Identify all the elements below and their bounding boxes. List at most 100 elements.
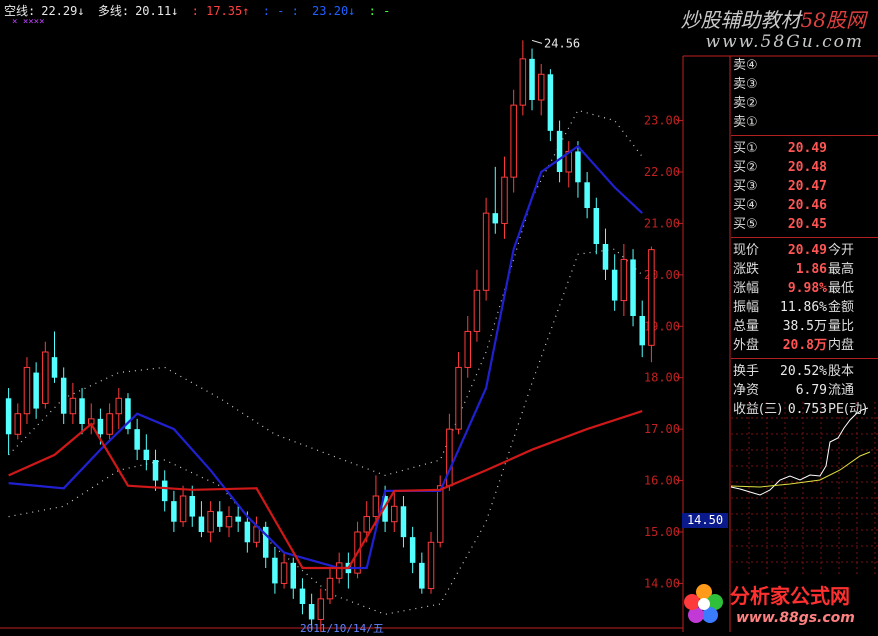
lower-dotted-band [8, 248, 643, 615]
candle-body [189, 496, 196, 517]
candle-body [419, 562, 425, 589]
candle-body [171, 501, 177, 522]
sell-4: 卖④ [733, 58, 758, 73]
quote-row: 总量 38.5万 量比 [733, 319, 855, 334]
mini-chart-bg [731, 402, 878, 574]
candle-body [501, 176, 508, 224]
watermark-url: www.58Gu.com [705, 32, 864, 52]
buy-1: 买① 20.49 [733, 141, 827, 156]
y-tick-label: 23.00 [644, 114, 680, 128]
candle-body [575, 151, 581, 183]
candle-body [611, 269, 618, 301]
candle-body [620, 258, 628, 302]
candle-body [217, 511, 223, 527]
candle-body [33, 372, 39, 409]
candle-body [79, 398, 85, 424]
buy-4: 买④ 20.46 [733, 198, 827, 213]
divider [731, 358, 878, 359]
candle-body [510, 104, 517, 178]
candle-body [529, 58, 535, 100]
candle-body [299, 588, 306, 604]
duo-value: 20.11↓ [135, 4, 179, 18]
candle-body [602, 244, 609, 270]
candle-body [630, 259, 636, 316]
candle-body [134, 429, 140, 450]
kong-label: 空线: [4, 4, 36, 18]
logo-title: 分析家公式网 [730, 584, 850, 608]
y-tick-label: 22.00 [644, 165, 680, 179]
buy-3: 买③ 20.47 [733, 179, 827, 194]
y-tick-label: 17.00 [644, 422, 680, 436]
y-tick-label: 14.00 [644, 576, 680, 590]
candle-body [584, 182, 590, 208]
candle-body [492, 213, 499, 224]
sell-3: 卖③ [733, 77, 758, 92]
signal-marks: × ×××× [12, 17, 45, 27]
candle-body [280, 562, 288, 584]
candle-body [400, 506, 407, 538]
candle-body [51, 357, 58, 378]
candle-body [547, 74, 554, 131]
ma-red-line [8, 410, 643, 570]
ma-blue-line [8, 144, 643, 570]
candle-body [106, 413, 113, 435]
candle-body [161, 480, 168, 502]
flower-icon [684, 584, 723, 623]
candle-body [363, 516, 370, 533]
candle-body [482, 212, 490, 291]
candle-body [409, 537, 416, 563]
candle-body [152, 460, 159, 481]
candle-body [244, 521, 251, 543]
quote-row: 现价 20.49 今开 [733, 243, 855, 258]
candle-body [427, 541, 435, 590]
candle-body [198, 516, 205, 532]
buy-5: 买⑤ 20.45 [733, 217, 827, 232]
candle-body [23, 366, 31, 415]
upper-dotted-band [8, 109, 643, 477]
quote-panel: 卖④ 卖③ 卖② 卖① 买① 20.49 买② 20.48 买③ 20.47 买④ 20… [731, 56, 878, 419]
indicator-v3: : 17.35↑ [191, 4, 250, 18]
candle-body [537, 73, 545, 101]
candle-body [455, 366, 462, 430]
kong-value: 22.29↓ [41, 4, 85, 18]
quote-row: 外盘 20.8万 内盘 [733, 338, 855, 353]
divider [731, 237, 878, 238]
candle-body [60, 377, 67, 414]
candle-body [143, 449, 150, 460]
indicator-header: 空线: 22.29↓ 多线: 20.11↓ : 17.35↑ : - : 23.20… [4, 2, 396, 19]
quote-row: 涨幅 9.98% 最低 [733, 281, 855, 296]
candle-body [14, 413, 22, 435]
buy-2: 买② 20.48 [733, 160, 827, 175]
sell-2: 卖② [733, 96, 758, 111]
candle-body [436, 485, 444, 543]
candle-body [225, 516, 233, 528]
candle-body [464, 330, 472, 368]
y-tick-label: 18.00 [644, 371, 680, 385]
candle-body [235, 516, 241, 522]
candle-body [308, 604, 315, 620]
candle-body [326, 577, 334, 600]
annotation-label: 24.56 [544, 36, 580, 50]
watermark-title: 炒股辅助教材58股网 [681, 4, 866, 33]
candle-body [290, 562, 297, 589]
candle-body [593, 208, 600, 244]
candle-body [115, 397, 123, 415]
current-price-tag: 14.50 [682, 513, 728, 528]
candle-body [519, 58, 527, 106]
logo-url: www.88gs.com [736, 610, 855, 626]
y-tick-label: 21.00 [644, 216, 680, 230]
site-logo: 分析家公式网 www.88gs.com [680, 576, 878, 632]
indicator-v6: : - [368, 4, 391, 18]
quote-row: 收益(三) 0.753 PE(动) [733, 402, 868, 417]
indicator-v5: 23.20↓ [312, 4, 356, 18]
annotation-pointer [531, 39, 543, 44]
candle-body [372, 495, 380, 518]
quote-row: 净资 6.79 流通 [733, 383, 855, 398]
watermark-b: 58股网 [800, 8, 866, 32]
candle-body [473, 289, 481, 332]
divider [731, 135, 878, 136]
indicator-v4: : - : [262, 4, 299, 18]
candle-body [556, 130, 563, 172]
duo-label: 多线: [97, 4, 130, 18]
candle-body [42, 351, 49, 404]
